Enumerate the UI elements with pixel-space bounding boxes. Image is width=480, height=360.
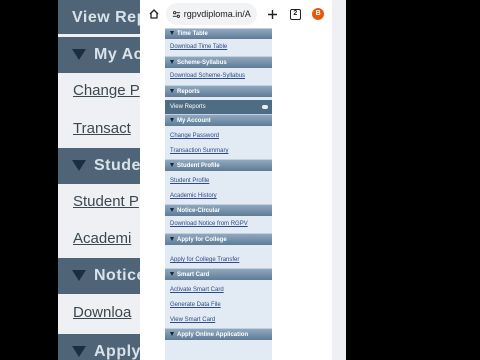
plus-icon (268, 9, 278, 19)
menu-header-smart-card[interactable]: Smart Card (165, 268, 272, 280)
bg-link-student-profile: Student P (73, 193, 139, 210)
link-transaction-summary[interactable]: Transaction Summary (165, 144, 272, 159)
home-icon (149, 9, 159, 19)
bg-triangle-icon (72, 160, 86, 172)
menu-header-my-account[interactable]: My Account (165, 114, 272, 126)
link-apply-college-transfer[interactable]: Apply for College Transfer (165, 253, 272, 268)
url-text: rgpvdiploma.in/A (183, 9, 251, 19)
bg-triangle-icon (72, 346, 86, 358)
menu-header-apply-online[interactable]: Apply Online Application (165, 328, 272, 340)
tabs-button[interactable]: 2 (286, 3, 306, 25)
web-page: Time Table Download Time Table Scheme-Sy… (140, 28, 332, 360)
bg-link-download: Downloa (73, 304, 132, 321)
link-student-profile[interactable]: Student Profile (165, 174, 272, 189)
bg-header-my-account: My Ac (58, 37, 140, 73)
bg-header-view-reports: View Repo (58, 0, 140, 34)
browser-toolbar: rgpvdiploma.in/A 2 B (140, 0, 332, 28)
bg-link-change-password: Change P (73, 82, 140, 99)
new-tab-button[interactable] (263, 3, 283, 25)
link-change-password[interactable]: Change Password (165, 129, 272, 144)
site-info-icon (172, 10, 180, 18)
link-download-time-table[interactable]: Download Time Table (165, 39, 272, 56)
menu-header-reports[interactable]: Reports (165, 85, 272, 97)
toggle-icon (262, 105, 268, 109)
link-generate-data-file[interactable]: Generate Data File (165, 298, 272, 313)
triangle-down-icon (170, 332, 174, 336)
menu-header-notice-circular[interactable]: Notice-Circular (165, 204, 272, 216)
triangle-down-icon (170, 60, 174, 64)
background-zoom-panel: View Repo My Ac Change P Transact Studen… (58, 0, 140, 360)
menu-header-apply-for-college[interactable]: Apply for College (165, 233, 272, 245)
triangle-down-icon (170, 89, 174, 93)
profile-button[interactable]: B (308, 3, 328, 25)
bg-triangle-icon (72, 49, 86, 61)
bg-link-transaction: Transact (73, 120, 131, 137)
bg-header-apply: Apply (58, 334, 140, 360)
bg-header-student: Student (58, 148, 140, 184)
link-download-scheme-syllabus[interactable]: Download Scheme-Syllabus (165, 68, 272, 85)
triangle-down-icon (170, 163, 174, 167)
triangle-down-icon (170, 208, 174, 212)
tabs-icon: 2 (289, 8, 301, 20)
link-download-notice[interactable]: Download Notice from RGPV (165, 216, 272, 233)
avatar: B (312, 8, 325, 20)
menu-header-time-table[interactable]: Time Table (165, 28, 272, 39)
bg-triangle-icon (72, 270, 86, 282)
url-bar[interactable]: rgpvdiploma.in/A (165, 3, 257, 25)
triangle-down-icon (170, 272, 174, 276)
triangle-down-icon (170, 237, 174, 241)
home-button[interactable] (144, 3, 164, 25)
menu-header-scheme-syllabus[interactable]: Scheme-Syllabus (165, 56, 272, 68)
triangle-down-icon (170, 31, 174, 35)
link-activate-smart-card[interactable]: Activate Smart Card (165, 283, 272, 298)
page-left-margin (140, 28, 165, 360)
link-academic-history[interactable]: Academic History (165, 189, 272, 204)
phone-browser: rgpvdiploma.in/A 2 B Time Table Download… (140, 0, 332, 360)
triangle-down-icon (170, 118, 174, 122)
menu-item-view-reports[interactable]: View Reports (165, 100, 272, 114)
side-menu: Time Table Download Time Table Scheme-Sy… (165, 28, 272, 360)
link-view-smart-card[interactable]: View Smart Card (165, 313, 272, 328)
background-zoom-panel-right (332, 0, 346, 360)
bg-header-notice: Notice (58, 258, 140, 294)
menu-header-student-profile[interactable]: Student Profile (165, 159, 272, 171)
bg-link-academic: Academi (73, 230, 132, 247)
